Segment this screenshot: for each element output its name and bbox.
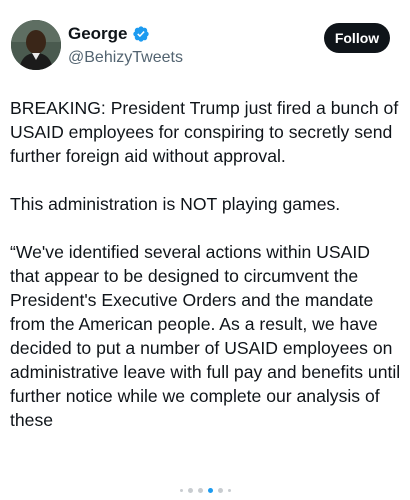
follow-button[interactable]: Follow bbox=[324, 23, 390, 53]
avatar[interactable] bbox=[11, 20, 61, 70]
pager-dot[interactable] bbox=[187, 488, 193, 493]
tweet-text: BREAKING: President Trump just fired a b… bbox=[10, 96, 402, 456]
display-name[interactable]: George bbox=[68, 24, 128, 44]
pager-dot[interactable] bbox=[179, 489, 183, 492]
pager-dot[interactable] bbox=[207, 488, 213, 493]
tweet-paragraph: BREAKING: President Trump just fired a b… bbox=[10, 98, 399, 166]
carousel-pager bbox=[0, 488, 410, 493]
tweet-paragraph: “We've identified several actions within… bbox=[10, 242, 401, 430]
name-row: George bbox=[68, 24, 150, 44]
tweet-paragraph: This administration is NOT playing games… bbox=[10, 194, 341, 214]
tweet-header: George @BehizyTweets Follow bbox=[0, 0, 410, 80]
pager-dot[interactable] bbox=[197, 488, 203, 493]
pager-dot[interactable] bbox=[227, 489, 231, 492]
pager-dot[interactable] bbox=[217, 488, 223, 493]
user-handle[interactable]: @BehizyTweets bbox=[68, 48, 183, 68]
profile-photo-icon bbox=[11, 20, 61, 70]
verified-badge-icon bbox=[132, 25, 150, 43]
